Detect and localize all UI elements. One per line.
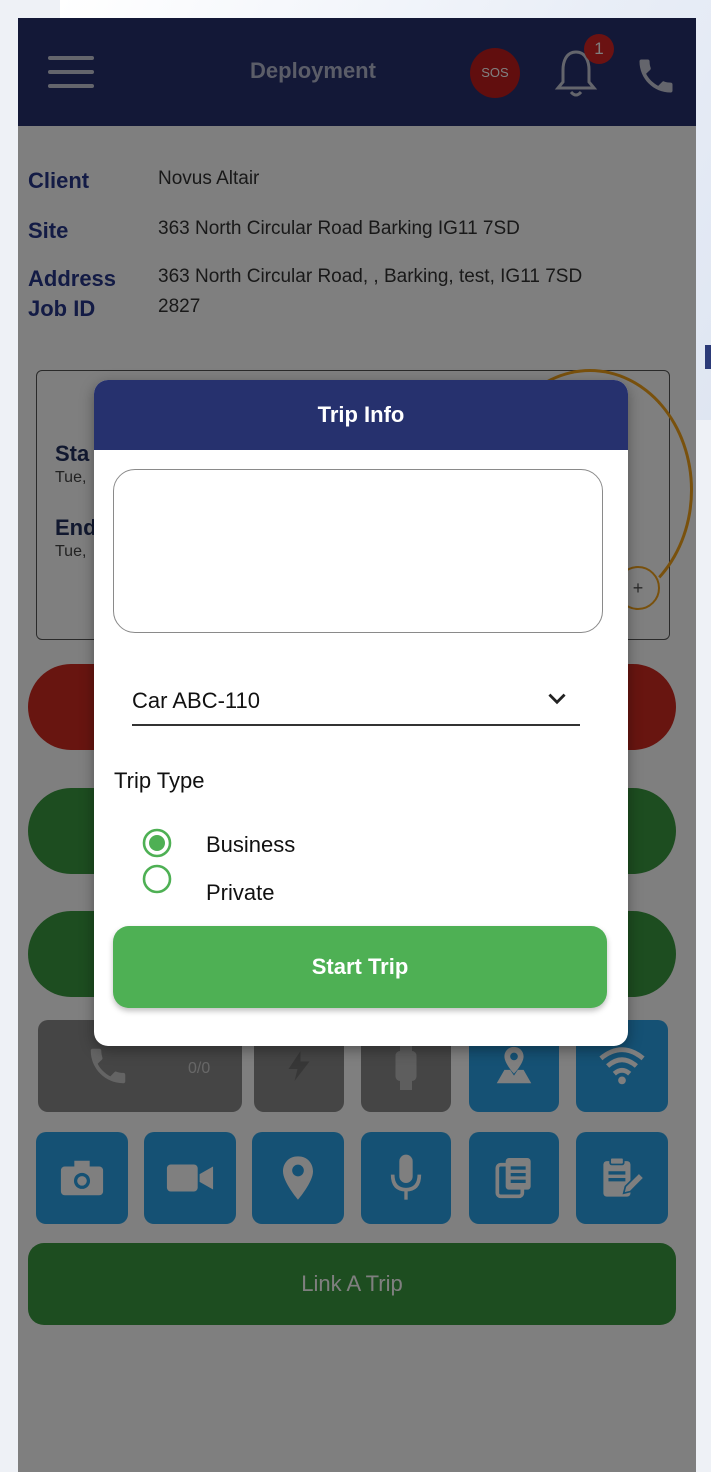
radio-private[interactable]: [142, 864, 172, 894]
chevron-down-icon: [548, 693, 566, 705]
dialog-title: Trip Info: [94, 380, 628, 450]
vehicle-selected-value: Car ABC-110: [132, 688, 260, 713]
phone-screen: Deployment SOS 1 Client Novus Altair Sit…: [18, 18, 696, 1472]
background-accent: [705, 345, 711, 369]
start-trip-button[interactable]: Start Trip: [113, 926, 607, 1008]
trip-info-dialog: Trip Info Car ABC-110 Trip Type Business…: [94, 380, 628, 1046]
radio-private-label[interactable]: Private: [206, 880, 274, 906]
vehicle-select[interactable]: Car ABC-110: [132, 680, 580, 726]
trip-notes-field[interactable]: [113, 469, 603, 633]
radio-business-label[interactable]: Business: [206, 832, 295, 858]
radio-business[interactable]: [142, 828, 172, 858]
trip-type-label: Trip Type: [114, 768, 205, 793]
